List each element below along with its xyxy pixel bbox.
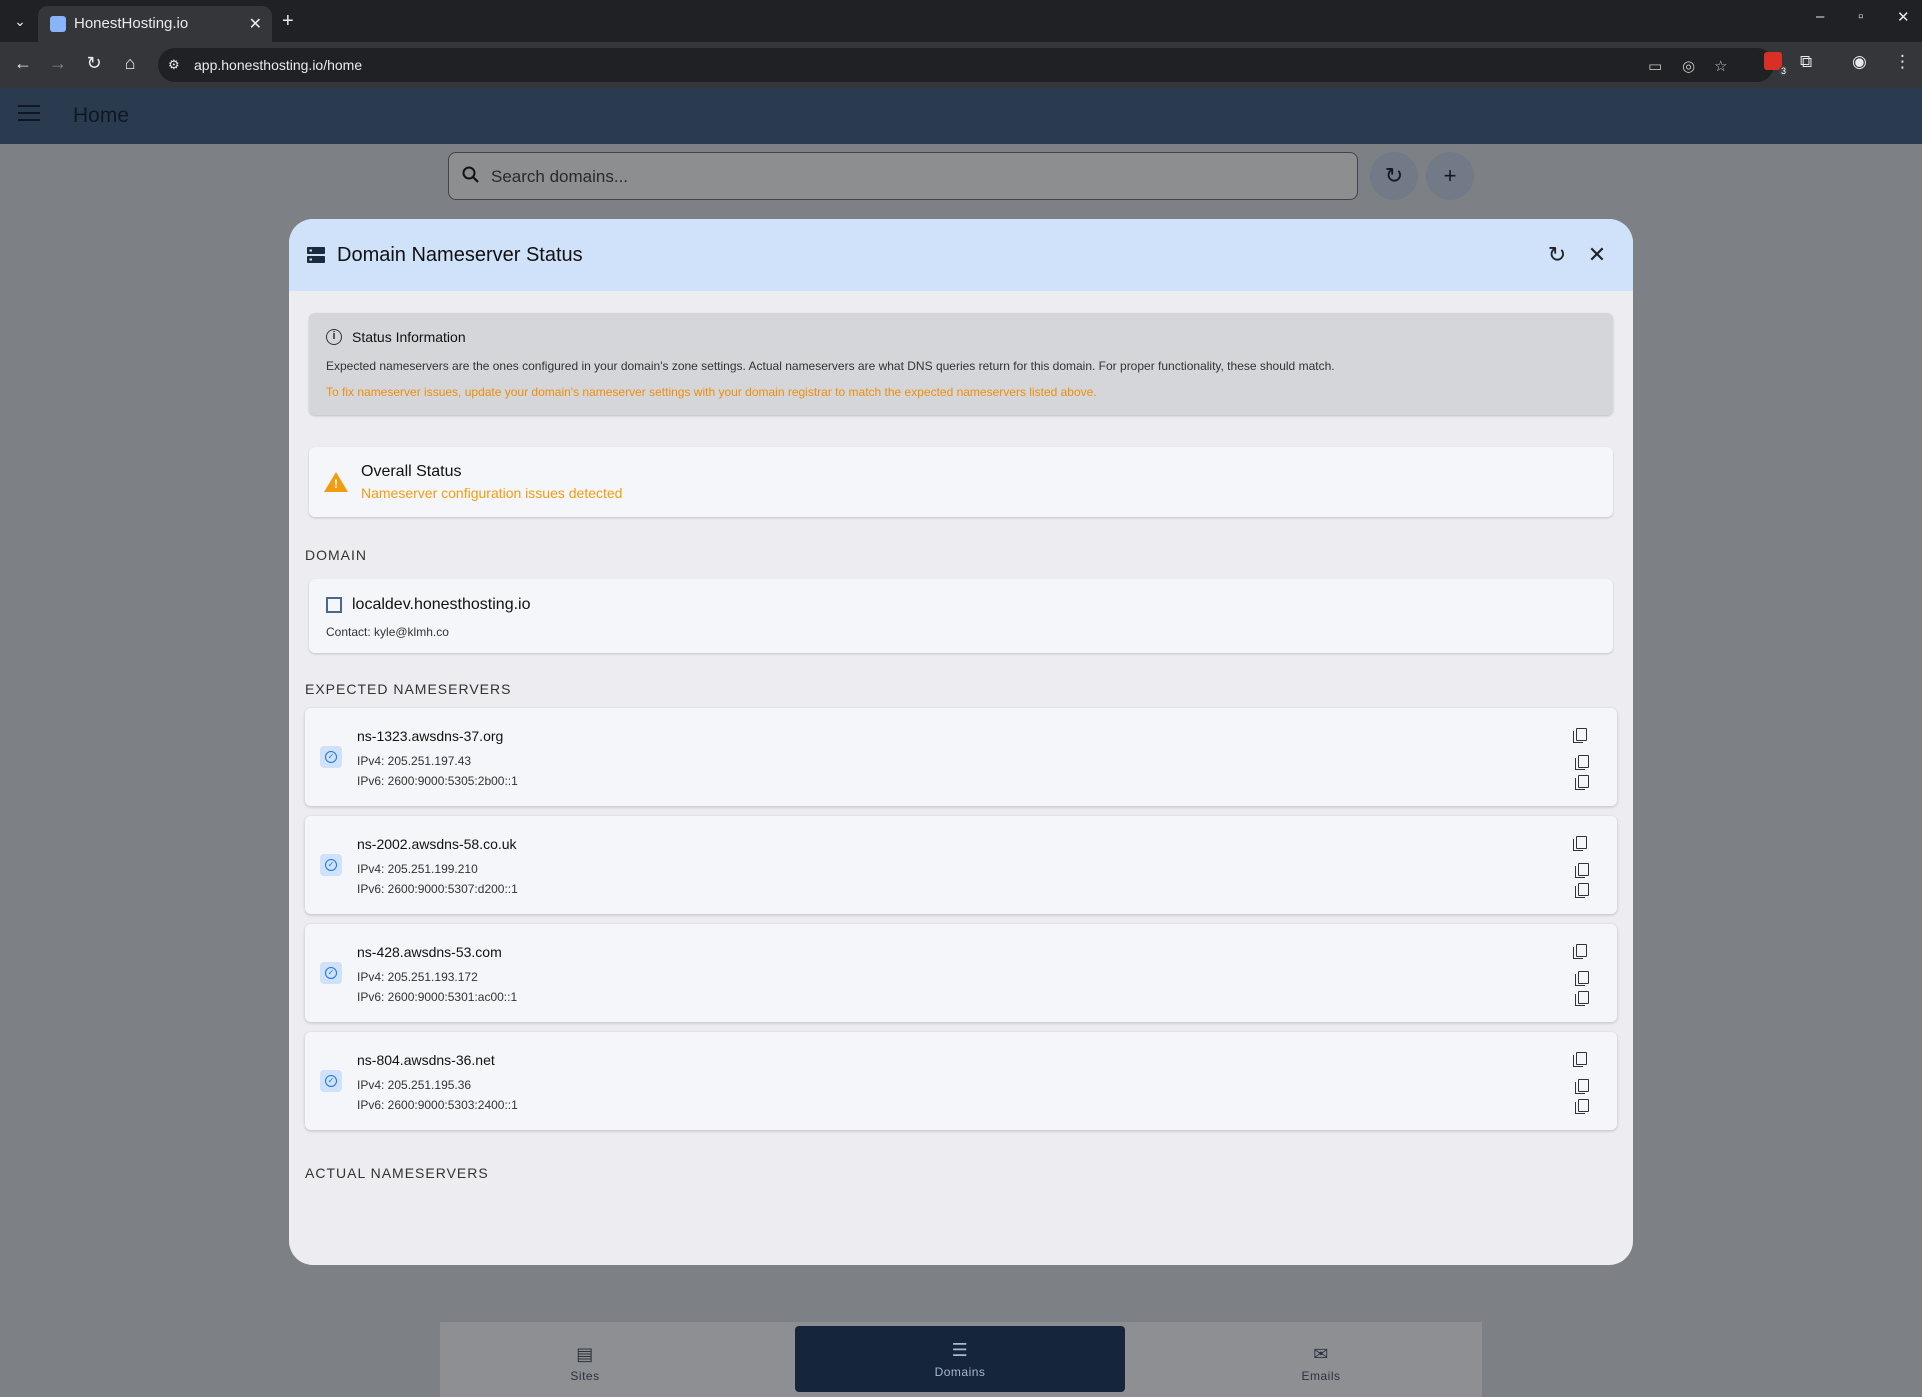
domain-card: localdev.honesthosting.io Contact: kyle@…: [309, 579, 1613, 653]
copy-hostname-icon[interactable]: [1573, 1052, 1587, 1067]
maximize-icon[interactable]: ▫: [1858, 8, 1863, 25]
nameserver-card: ✓ ns-804.awsdns-36.net IPv4: 205.251.195…: [305, 1032, 1617, 1130]
dns-server-icon: [307, 247, 325, 263]
nameserver-ipv4: IPv4: 205.251.195.36: [357, 1078, 472, 1092]
check-circle-icon: ✓: [320, 746, 342, 768]
nameserver-hostname: ns-1323.awsdns-37.org: [357, 728, 504, 744]
browser-tabbar: ⌄ HonestHosting.io ✕ + – ▫ ✕: [0, 0, 1922, 42]
window-close-icon[interactable]: ✕: [1897, 8, 1910, 26]
browser-toolbar: ← → ↻ ⌂ ⚙ app.honesthosting.io/home ▭ ◎ …: [0, 42, 1922, 88]
sites-icon: ▤: [576, 1344, 594, 1364]
nav-sites[interactable]: ▤ Sites: [440, 1322, 730, 1397]
copy-ipv6-icon[interactable]: [1575, 883, 1589, 898]
reload-icon[interactable]: ↻: [82, 53, 106, 74]
address-bar[interactable]: ⚙ app.honesthosting.io/home ▭ ◎ ☆: [158, 48, 1774, 82]
home-icon[interactable]: ⌂: [118, 53, 142, 74]
browser-tab[interactable]: HonestHosting.io ✕: [38, 6, 272, 42]
url-text: app.honesthosting.io/home: [194, 57, 363, 73]
install-app-icon[interactable]: ▭: [1648, 57, 1662, 75]
nameserver-status-dialog: Domain Nameserver Status ↻ ✕ i Status In…: [289, 219, 1633, 1265]
copy-ipv4-icon[interactable]: [1575, 755, 1589, 770]
dialog-title: Domain Nameserver Status: [337, 244, 583, 266]
overall-status-title: Overall Status: [361, 463, 462, 480]
nav-emails-label: Emails: [1301, 1369, 1341, 1383]
overall-status-message: Nameserver configuration issues detected: [361, 485, 623, 501]
nav-domains[interactable]: ☰ Domains: [795, 1326, 1125, 1392]
nameserver-ipv6: IPv6: 2600:9000:5303:2400::1: [357, 1098, 518, 1112]
extension-icon[interactable]: 3: [1764, 52, 1788, 76]
forward-icon[interactable]: →: [46, 53, 70, 74]
expected-nameservers-label: EXPECTED NAMESERVERS: [305, 681, 512, 697]
nameserver-ipv6: IPv6: 2600:9000:5305:2b00::1: [357, 774, 518, 788]
eye-off-icon[interactable]: ◎: [1682, 57, 1695, 75]
copy-hostname-icon[interactable]: [1573, 836, 1587, 851]
nameserver-card: ✓ ns-428.awsdns-53.com IPv4: 205.251.193…: [305, 924, 1617, 1022]
extension-badge-count: 3: [1778, 66, 1788, 76]
minimize-icon[interactable]: –: [1816, 8, 1824, 25]
copy-ipv4-icon[interactable]: [1575, 1079, 1589, 1094]
back-icon[interactable]: ←: [11, 53, 35, 74]
check-circle-icon: ✓: [320, 962, 342, 984]
status-information-card: i Status Information Expected nameserver…: [309, 313, 1613, 415]
info-title: Status Information: [352, 329, 466, 345]
nav-sites-label: Sites: [570, 1369, 600, 1383]
new-tab-icon[interactable]: +: [282, 9, 294, 33]
dialog-refresh-icon[interactable]: ↻: [1543, 241, 1571, 269]
tab-title: HonestHosting.io: [74, 15, 189, 32]
domain-name: localdev.honesthosting.io: [352, 596, 531, 613]
info-warning: To fix nameserver issues, update your do…: [326, 385, 1097, 399]
copy-ipv6-icon[interactable]: [1575, 775, 1589, 790]
warning-icon: !: [324, 472, 348, 492]
dialog-header: Domain Nameserver Status ↻ ✕: [289, 219, 1633, 291]
site-favicon-icon: [50, 16, 66, 32]
domain-contact: Contact: kyle@klmh.co: [326, 625, 449, 639]
nav-domains-label: Domains: [934, 1365, 986, 1379]
bookmark-star-icon[interactable]: ☆: [1714, 57, 1727, 75]
nameserver-ipv4: IPv4: 205.251.199.210: [357, 862, 478, 876]
nameserver-ipv4: IPv4: 205.251.193.172: [357, 970, 478, 984]
extensions-puzzle-icon[interactable]: ⧉: [1800, 52, 1812, 72]
tab-search-icon[interactable]: ⌄: [8, 9, 32, 33]
copy-ipv4-icon[interactable]: [1575, 863, 1589, 878]
copy-ipv6-icon[interactable]: [1575, 991, 1589, 1006]
copy-hostname-icon[interactable]: [1573, 728, 1587, 743]
overall-status-card: ! Overall Status Nameserver configuratio…: [309, 447, 1613, 517]
check-circle-icon: ✓: [320, 854, 342, 876]
copy-hostname-icon[interactable]: [1573, 944, 1587, 959]
bottom-navigation: ▤ Sites ☰ Domains ✉ Emails: [440, 1322, 1482, 1397]
nameserver-ipv4: IPv4: 205.251.197.43: [357, 754, 472, 768]
tab-close-icon[interactable]: ✕: [249, 14, 262, 34]
nameserver-hostname: ns-2002.awsdns-58.co.uk: [357, 836, 517, 852]
copy-ipv4-icon[interactable]: [1575, 971, 1589, 986]
profile-icon[interactable]: ◉: [1852, 52, 1867, 72]
check-circle-icon: ✓: [320, 1070, 342, 1092]
nav-emails[interactable]: ✉ Emails: [1160, 1322, 1482, 1397]
copy-ipv6-icon[interactable]: [1575, 1099, 1589, 1114]
site-info-icon[interactable]: ⚙: [168, 57, 184, 73]
nameserver-card: ✓ ns-1323.awsdns-37.org IPv4: 205.251.19…: [305, 708, 1617, 806]
dialog-close-icon[interactable]: ✕: [1583, 241, 1611, 269]
info-text: Expected nameservers are the ones config…: [326, 359, 1335, 373]
domains-icon: ☰: [951, 1340, 969, 1360]
browser-menu-icon[interactable]: ⋮: [1894, 52, 1911, 72]
info-icon: i: [326, 329, 342, 345]
nameserver-card: ✓ ns-2002.awsdns-58.co.uk IPv4: 205.251.…: [305, 816, 1617, 914]
actual-nameservers-label: ACTUAL NAMESERVERS: [305, 1165, 489, 1181]
email-icon: ✉: [1313, 1344, 1329, 1364]
building-icon: [326, 597, 342, 613]
nameserver-ipv6: IPv6: 2600:9000:5307:d200::1: [357, 882, 518, 896]
nameserver-hostname: ns-428.awsdns-53.com: [357, 944, 502, 960]
nameserver-hostname: ns-804.awsdns-36.net: [357, 1052, 495, 1068]
domain-section-label: DOMAIN: [305, 547, 367, 563]
nameserver-ipv6: IPv6: 2600:9000:5301:ac00::1: [357, 990, 518, 1004]
